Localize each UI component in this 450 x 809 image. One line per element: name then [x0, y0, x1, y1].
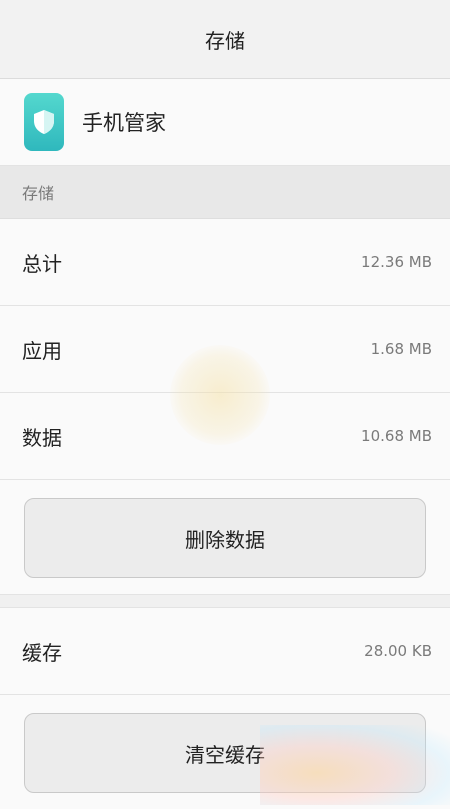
row-value: 10.68 MB: [361, 427, 432, 445]
row-label: 缓存: [22, 640, 62, 665]
title-bar: 存储: [0, 0, 450, 79]
delete-data-button[interactable]: 删除数据: [24, 498, 426, 578]
storage-row-total: 总计 12.36 MB: [0, 219, 450, 306]
row-label: 数据: [22, 425, 62, 450]
row-label: 应用: [22, 338, 62, 363]
row-value: 28.00 KB: [364, 642, 432, 660]
clear-cache-button-area: 清空缓存: [0, 695, 450, 809]
storage-section-header: 存储: [0, 166, 450, 219]
app-info-row: 手机管家: [0, 79, 450, 166]
page-title: 存储: [205, 28, 245, 53]
storage-row-data: 数据 10.68 MB: [0, 393, 450, 480]
section-label: 存储: [22, 184, 55, 203]
row-value: 1.68 MB: [370, 340, 432, 358]
clear-cache-label: 清空缓存: [185, 742, 265, 767]
row-label: 总计: [22, 251, 62, 276]
delete-data-label: 删除数据: [185, 527, 265, 552]
storage-row-app: 应用 1.68 MB: [0, 306, 450, 393]
shield-icon: [24, 93, 64, 151]
clear-cache-button[interactable]: 清空缓存: [24, 713, 426, 793]
section-divider: [0, 594, 450, 608]
cache-row: 缓存 28.00 KB: [0, 608, 450, 695]
row-value: 12.36 MB: [361, 253, 432, 271]
delete-button-area: 删除数据: [0, 480, 450, 594]
app-name: 手机管家: [82, 111, 166, 135]
